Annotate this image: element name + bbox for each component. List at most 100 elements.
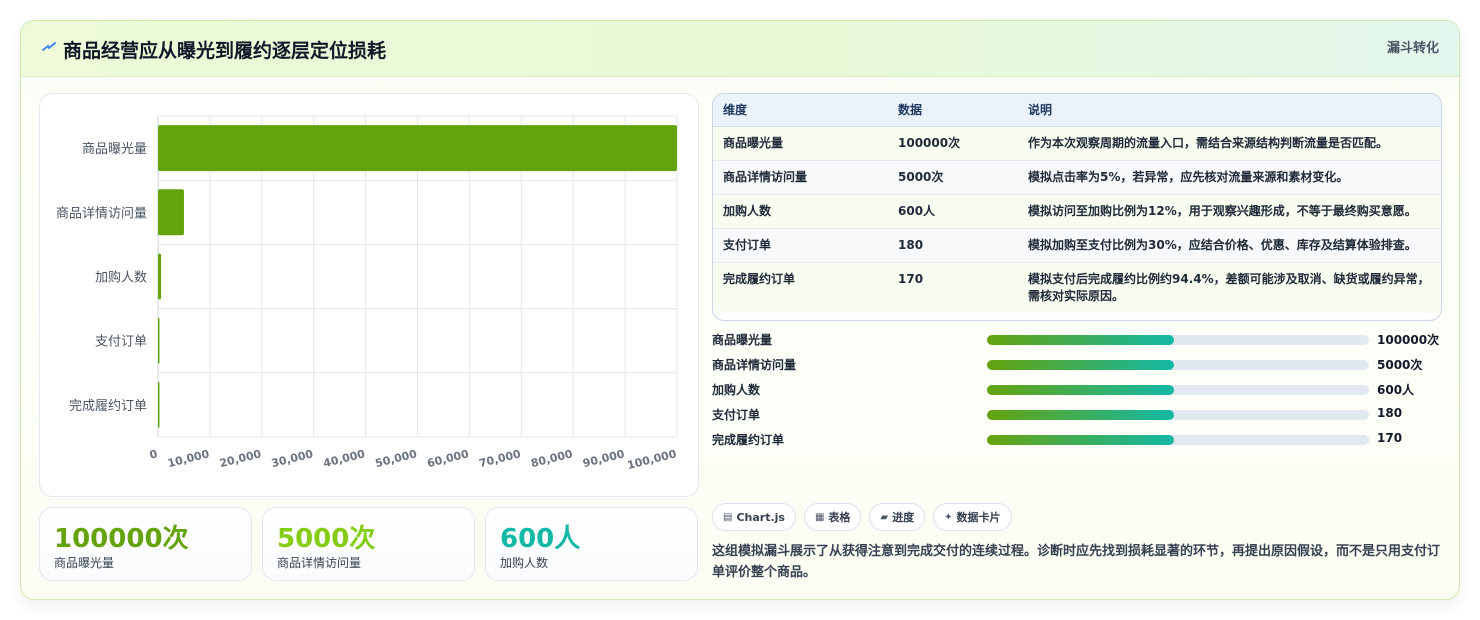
table-icon: ▦ [814,511,825,523]
chip-table[interactable]: ▦ 表格 [803,503,862,531]
progress-label: 加购人数 [712,383,761,397]
category-badge: 漏斗转化 [1386,41,1439,56]
kpi-card-exposure: 100000次 商品曝光量 [39,507,252,581]
progress-value: 5000次 [1377,358,1423,372]
x-tick-label: 80,000 [530,447,575,470]
funnel-table: 维度 数据 说明 商品曝光量 100000次 作为本次观察周期的流量入口，需结合… [712,93,1442,321]
summary-text: 这组模拟漏斗展示了从获得注意到完成交付的连续过程。诊断时应先找到损耗显著的环节，… [712,544,1441,580]
chip-label: 表格 [828,511,851,524]
bar [158,125,677,172]
table-cell-desc: 作为本次观察周期的流量入口，需结合来源结构判断流量是否匹配。 [1018,126,1441,161]
table-cell-dim: 支付订单 [713,228,888,263]
kpi-value: 5000次 [277,524,376,554]
funnel-card: 商品经营应从曝光到履约逐层定位损耗 漏斗转化 0 10,000 20,000 30,0… [20,20,1460,600]
kpi-card-detail-visits: 5000次 商品详情访问量 [262,507,475,581]
table-header: 数据 [888,94,1018,127]
progress-fill [987,385,1175,395]
x-tick-label: 90,000 [581,447,626,470]
table-cell-dim: 加购人数 [713,194,888,229]
x-tick-label: 20,000 [218,447,263,470]
chip-label: 数据卡片 [956,511,1001,524]
progress-label: 完成履约订单 [712,433,785,447]
x-tick-label: 70,000 [478,447,523,470]
x-tick-label: 10,000 [166,447,211,470]
table-cell-value: 180 [888,228,1018,263]
progress-list: 商品曝光量 100000次 商品详情访问量 5000次 加购人数 600人 支付… [712,329,1452,454]
y-category-label: 商品详情访问量 [56,206,147,221]
table-cell-value: 100000次 [888,126,1018,161]
progress-track [987,385,1369,395]
progress-label: 商品曝光量 [712,333,773,347]
x-tick-label: 0 [148,447,159,462]
card-header: 商品经营应从曝光到履约逐层定位损耗 漏斗转化 [21,21,1459,77]
view-chips: ▤ Chart.js ▦ 表格 ▰ 进度 ✦ 数据卡片 [712,503,1012,531]
chip-label: 进度 [892,511,915,524]
table-cell-dim: 商品曝光量 [713,126,888,161]
kpi-label: 加购人数 [500,556,549,570]
progress-track [987,360,1369,370]
progress-fill [987,360,1175,370]
progress-icon: ▰ [880,511,889,523]
kpi-label: 商品曝光量 [54,556,115,570]
table-row: 商品详情访问量 5000次 模拟点击率为5%，若异常，应先核对流量来源和素材变化… [713,160,1441,195]
progress-value: 180 [1377,406,1403,420]
progress-label: 商品详情访问量 [712,358,797,372]
progress-track [987,335,1369,345]
y-category-label: 完成履约订单 [69,399,147,414]
progress-fill [987,435,1175,445]
table-header-row: 维度 数据 说明 [713,94,1441,127]
kpi-value: 100000次 [54,524,189,554]
chip-progress[interactable]: ▰ 进度 [869,503,926,531]
table-header: 说明 [1018,94,1441,127]
progress-value: 100000次 [1377,333,1440,347]
table-cell-dim: 商品详情访问量 [713,160,888,195]
table-row: 商品曝光量 100000次 作为本次观察周期的流量入口，需结合来源结构判断流量是… [713,126,1441,161]
progress-row: 加购人数 600人 [712,379,1452,404]
table-cell-value: 170 [888,262,1018,313]
x-tick-label: 50,000 [374,447,419,470]
table-cell-desc: 模拟加购至支付比例为30%，应结合价格、优惠、库存及结算体验排查。 [1018,228,1441,263]
x-tick-label: 100,000 [626,447,678,472]
bar [158,317,160,364]
table-cell-value: 5000次 [888,160,1018,195]
progress-fill [987,410,1175,420]
progress-fill [987,335,1175,345]
kpi-card-add-to-cart: 600人 加购人数 [485,507,698,581]
bar [158,381,160,428]
sparkle-icon: ✦ [944,511,953,523]
table-row: 加购人数 600人 模拟访问至加购比例为12%，用于观察兴趣形成，不等于最终购买… [713,194,1441,229]
chip-data-card[interactable]: ✦ 数据卡片 [933,503,1012,531]
progress-row: 商品详情访问量 5000次 [712,354,1452,379]
chip-chartjs[interactable]: ▤ Chart.js [712,503,796,531]
page-title: 商品经营应从曝光到履约逐层定位损耗 [63,40,387,62]
y-category-label: 加购人数 [95,270,147,286]
table-cell-desc: 模拟点击率为5%，若异常，应先核对流量来源和素材变化。 [1018,160,1441,195]
progress-label: 支付订单 [712,408,761,422]
table-cell-value: 600人 [888,194,1018,229]
table-cell-dim: 完成履约订单 [713,262,888,313]
x-tick-label: 60,000 [426,447,471,470]
progress-track [987,435,1369,445]
x-tick-label: 30,000 [270,447,315,470]
table-cell-desc: 模拟访问至加购比例为12%，用于观察兴趣形成，不等于最终购买意愿。 [1018,194,1441,229]
progress-row: 商品曝光量 100000次 [712,329,1452,354]
chip-label: Chart.js [736,510,785,524]
kpi-label: 商品详情访问量 [277,556,362,570]
kpi-value: 600人 [500,524,581,554]
progress-value: 600人 [1377,383,1415,397]
table-row: 完成履约订单 170 模拟支付后完成履约比例约94.4%，差额可能涉及取消、缺货… [713,262,1441,313]
chart-svg: 0 10,000 20,000 30,000 40,000 50,000 60,000 70,… [56,115,678,472]
y-category-label: 商品曝光量 [82,142,147,157]
table-header: 维度 [713,94,888,127]
table-row: 支付订单 180 模拟加购至支付比例为30%，应结合价格、优惠、库存及结算体验排… [713,228,1441,263]
lightning-icon [42,42,56,51]
x-tick-label: 40,000 [322,447,367,470]
progress-row: 完成履约订单 170 [712,429,1452,454]
progress-value: 170 [1377,431,1403,445]
chart-icon: ▤ [723,511,733,523]
bar [158,189,184,236]
table-cell-desc: 模拟支付后完成履约比例约94.4%，差额可能涉及取消、缺货或履约异常，需核对实际… [1018,262,1441,313]
progress-row: 支付订单 180 [712,404,1452,429]
bar [158,253,162,300]
y-category-label: 支付订单 [95,335,147,350]
